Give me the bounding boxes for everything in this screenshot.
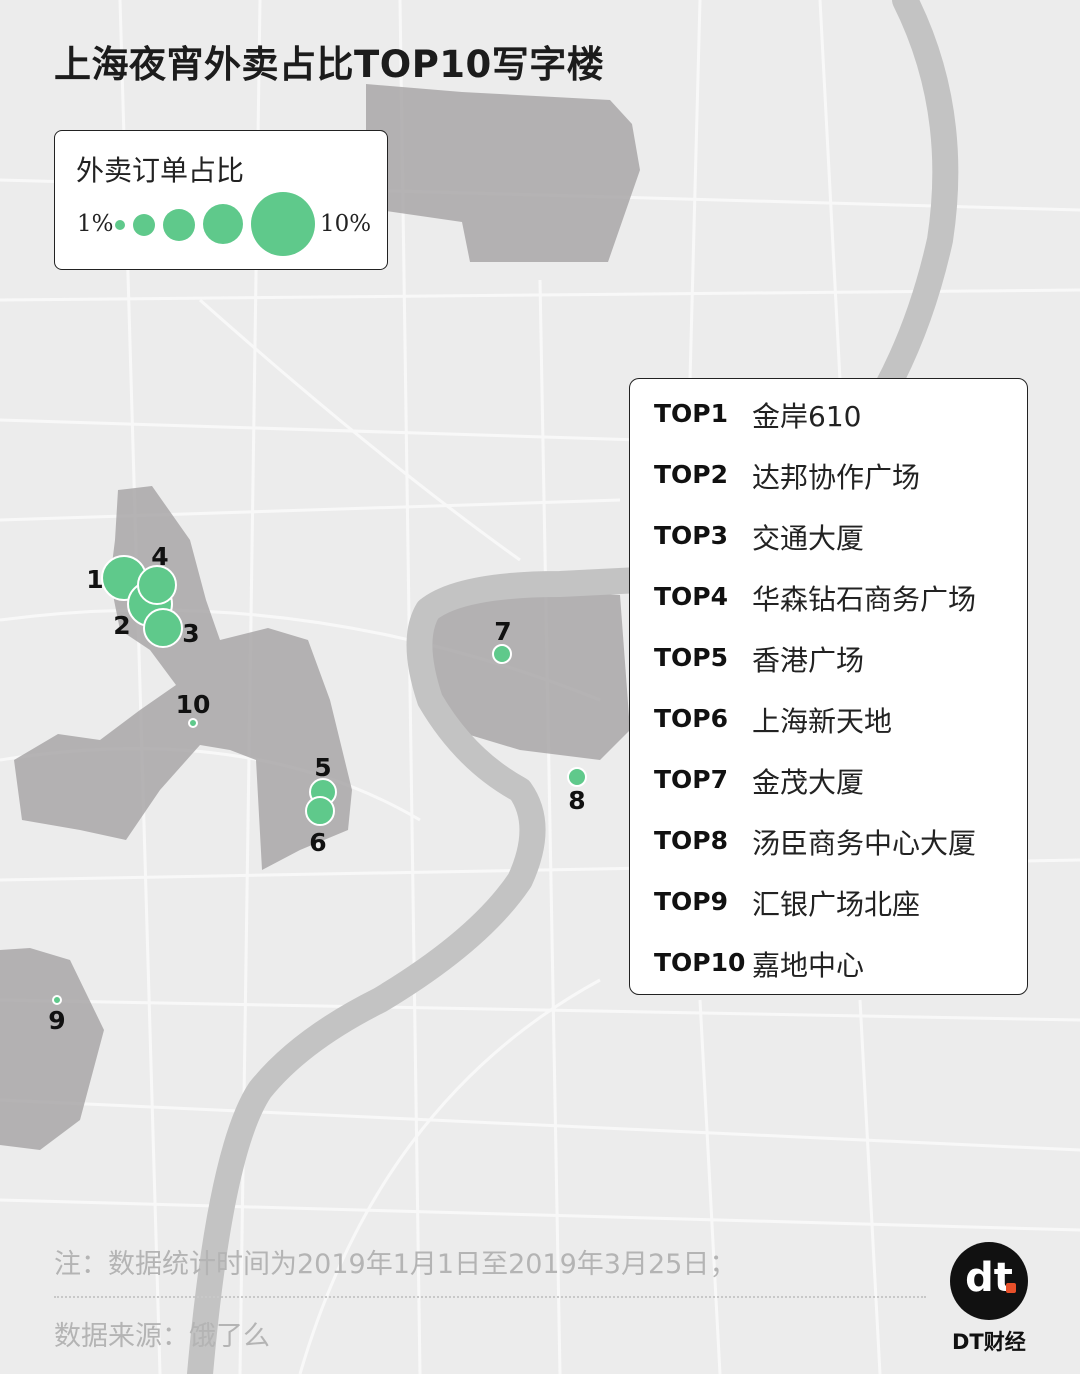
note-source: 数据来源：饿了么 <box>54 1321 270 1352</box>
building-bubble-10 <box>188 718 198 728</box>
rank-label: TOP8 <box>654 826 729 855</box>
building-bubble-6 <box>305 796 335 826</box>
rank-label: TOP4 <box>654 582 729 611</box>
building-name: 上海新天地 <box>752 705 893 738</box>
building-bubble-4 <box>137 565 177 605</box>
note-divider <box>54 1296 926 1298</box>
note-date-range: 注：数据统计时间为2019年1月1日至2019年3月25日； <box>54 1249 737 1280</box>
legend-min-label: 1% <box>77 211 114 237</box>
map-title: 上海夜宵外卖占比TOP10写字楼 <box>54 43 605 86</box>
legend-bubble-1 <box>115 220 125 230</box>
building-bubble-7 <box>492 644 512 664</box>
rank-label: TOP1 <box>654 399 729 428</box>
building-name: 汇银广场北座 <box>752 888 921 921</box>
legend-bubble-5 <box>251 192 315 256</box>
marker-label-1: 1 <box>86 565 103 594</box>
building-bubble-3 <box>143 608 183 648</box>
rank-label: TOP7 <box>654 765 729 794</box>
legend-size-scale: 1% 10% <box>55 189 389 259</box>
rank-label: TOP10 <box>654 948 746 977</box>
marker-label-7: 7 <box>494 617 511 646</box>
ranking-list: TOP1 金岸610 TOP2 达邦协作广场 TOP3 交通大厦 TOP4 华森钻石商务… <box>629 378 1028 995</box>
building-name: 金岸610 <box>752 400 862 433</box>
logo-text: DT财经 <box>952 1330 1026 1354</box>
legend-bubble-3 <box>163 209 195 241</box>
building-name: 金茂大厦 <box>752 766 865 799</box>
legend-max-label: 10% <box>320 211 372 237</box>
building-name: 汤臣商务中心大厦 <box>752 827 977 860</box>
rank-label: TOP2 <box>654 460 729 489</box>
legend-box: 外卖订单占比 1% 10% <box>54 130 388 270</box>
legend-title: 外卖订单占比 <box>76 154 245 187</box>
rank-label: TOP6 <box>654 704 729 733</box>
building-name: 达邦协作广场 <box>752 461 921 494</box>
building-name: 交通大厦 <box>752 522 865 555</box>
marker-label-5: 5 <box>314 753 331 782</box>
logo-accent-dot <box>1006 1283 1016 1293</box>
legend-bubble-4 <box>203 204 243 244</box>
marker-label-4: 4 <box>151 542 168 571</box>
rank-label: TOP5 <box>654 643 729 672</box>
rank-label: TOP9 <box>654 887 729 916</box>
building-bubble-9 <box>52 995 62 1005</box>
building-name: 华森钻石商务广场 <box>752 583 977 616</box>
building-name: 嘉地中心 <box>752 949 865 982</box>
building-name: 香港广场 <box>752 644 865 677</box>
marker-label-10: 10 <box>176 690 211 719</box>
marker-label-8: 8 <box>568 786 585 815</box>
marker-label-2: 2 <box>113 611 130 640</box>
marker-label-6: 6 <box>309 828 326 857</box>
legend-bubble-2 <box>133 214 155 236</box>
building-bubble-8 <box>567 767 587 787</box>
marker-label-9: 9 <box>48 1006 65 1035</box>
rank-label: TOP3 <box>654 521 729 550</box>
dt-logo-icon: dt <box>950 1242 1028 1320</box>
marker-label-3: 3 <box>182 619 199 648</box>
